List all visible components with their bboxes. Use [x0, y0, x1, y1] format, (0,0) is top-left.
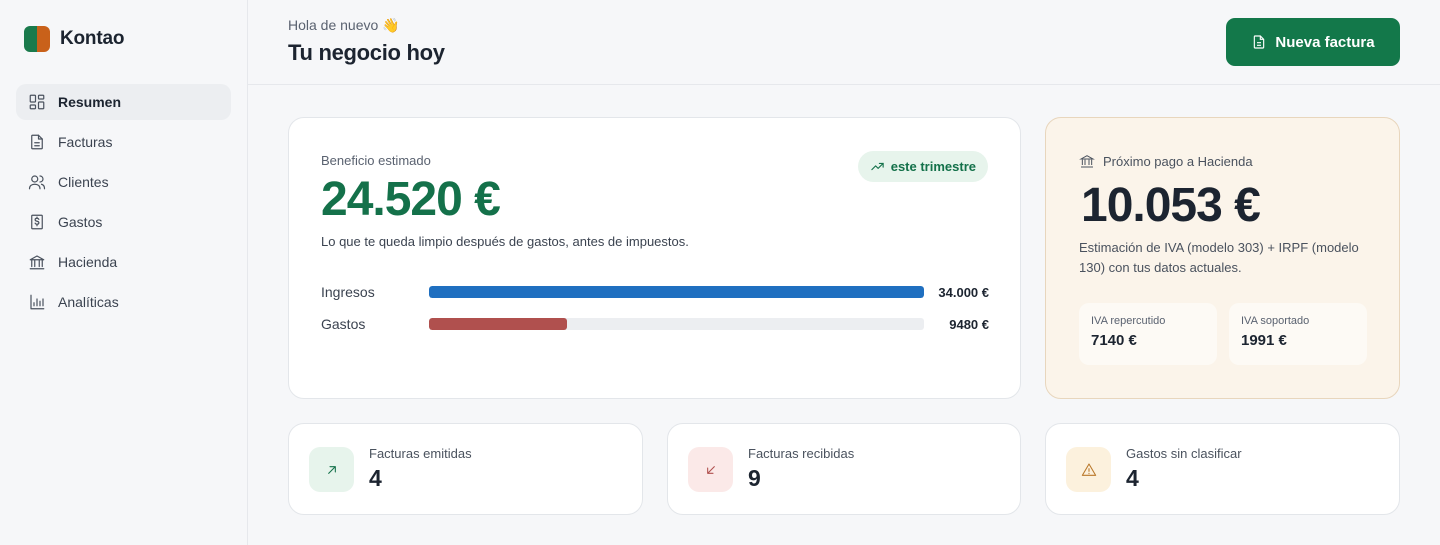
stat-value: 4: [369, 465, 382, 491]
stat-label: Facturas recibidas: [748, 446, 855, 461]
sidebar-item-clientes[interactable]: Clientes: [16, 164, 231, 200]
sidebar-item-facturas[interactable]: Facturas: [16, 124, 231, 160]
stat-icon-box: [309, 447, 354, 492]
bank-icon: [29, 255, 45, 270]
income-value: 34.000 €: [938, 284, 989, 300]
sidebar-item-label: Analíticas: [58, 294, 119, 310]
sidebar-nav: Resumen Facturas Clientes Gastos Haciend…: [16, 84, 231, 324]
sidebar-item-label: Clientes: [58, 174, 109, 190]
iva-soportado-label: IVA soportado: [1241, 315, 1310, 327]
profit-label: Beneficio estimado: [321, 153, 431, 168]
expenses-bar-row: Gastos 9480 €: [321, 314, 989, 334]
period-badge-label: este trimestre: [890, 159, 976, 174]
hacienda-amount: 10.053 €: [1081, 179, 1261, 232]
expenses-bar-track: [429, 318, 924, 330]
top-bar: Hola de nuevo 👋 Tu negocio hoy Nueva fac…: [248, 0, 1440, 85]
sidebar-item-gastos[interactable]: Gastos: [16, 204, 231, 240]
receipt-dollar-icon: [31, 214, 43, 230]
income-bar-row: Ingresos 34.000 €: [321, 282, 989, 302]
sidebar-item-label: Hacienda: [58, 254, 118, 270]
expenses-bar-fill: [429, 318, 568, 330]
sidebar-item-label: Resumen: [58, 94, 122, 110]
brand-name: Kontao: [60, 28, 125, 49]
stat-card-facturas-recibidas[interactable]: Facturas recibidas 9: [667, 423, 1021, 515]
stat-label: Facturas emitidas: [369, 446, 472, 461]
dashboard-icon: [29, 94, 45, 110]
document-icon: [1254, 35, 1265, 49]
sidebar-item-label: Facturas: [58, 134, 113, 150]
stat-label: Gastos sin clasificar: [1126, 446, 1242, 461]
sidebar-item-hacienda[interactable]: Hacienda: [16, 244, 231, 280]
arrow-up-right-icon: [327, 465, 336, 474]
iva-soportado-box: IVA soportado 1991 €: [1229, 303, 1367, 365]
users-icon: [28, 175, 46, 190]
income-label: Ingresos: [321, 284, 375, 300]
stat-icon-box: [1066, 447, 1111, 492]
trending-up-icon: [871, 162, 884, 171]
bank-icon: [1079, 155, 1095, 168]
stat-icon-box: [688, 447, 733, 492]
hacienda-label: Próximo pago a Hacienda: [1079, 153, 1253, 169]
sidebar: Kontao Resumen Facturas Clientes Gastos …: [0, 0, 248, 545]
greeting: Hola de nuevo 👋: [288, 17, 400, 33]
sidebar-item-resumen[interactable]: Resumen: [16, 84, 231, 120]
logo-icon: [24, 26, 50, 52]
iva-repercutido-label: IVA repercutido: [1091, 315, 1166, 327]
document-icon: [31, 134, 43, 150]
sidebar-item-label: Gastos: [58, 214, 103, 230]
profit-card: Beneficio estimado 24.520 € este trimest…: [288, 117, 1021, 399]
new-invoice-label: Nueva factura: [1275, 33, 1375, 51]
income-bar-track: [429, 286, 924, 298]
period-badge[interactable]: este trimestre: [857, 151, 988, 182]
iva-soportado-value: 1991 €: [1241, 332, 1287, 349]
new-invoice-button[interactable]: Nueva factura: [1226, 18, 1400, 66]
warning-icon: [1081, 462, 1096, 476]
profit-description: Lo que te queda limpio después de gastos…: [321, 234, 689, 249]
stat-card-gastos-sin-clasificar[interactable]: Gastos sin clasificar 4: [1045, 423, 1400, 515]
iva-repercutido-value: 7140 €: [1091, 332, 1137, 349]
sidebar-item-analiticas[interactable]: Analíticas: [16, 284, 231, 320]
bar-chart-icon: [30, 294, 45, 310]
page-title: Tu negocio hoy: [288, 40, 445, 65]
hacienda-card: Próximo pago a Hacienda 10.053 € Estimac…: [1045, 117, 1400, 399]
arrow-down-left-icon: [706, 465, 715, 474]
stat-value: 4: [1126, 465, 1139, 491]
brand[interactable]: Kontao: [24, 26, 124, 52]
stat-card-facturas-emitidas[interactable]: Facturas emitidas 4: [288, 423, 643, 515]
income-bar-fill: [429, 286, 924, 298]
expenses-label: Gastos: [321, 316, 366, 332]
profit-amount: 24.520 €: [321, 173, 501, 226]
hacienda-description: Estimación de IVA (modelo 303) + IRPF (m…: [1079, 240, 1359, 275]
hacienda-label-text: Próximo pago a Hacienda: [1103, 153, 1253, 169]
expenses-value: 9480 €: [949, 316, 989, 332]
stat-value: 9: [748, 465, 761, 491]
iva-repercutido-box: IVA repercutido 7140 €: [1079, 303, 1217, 365]
